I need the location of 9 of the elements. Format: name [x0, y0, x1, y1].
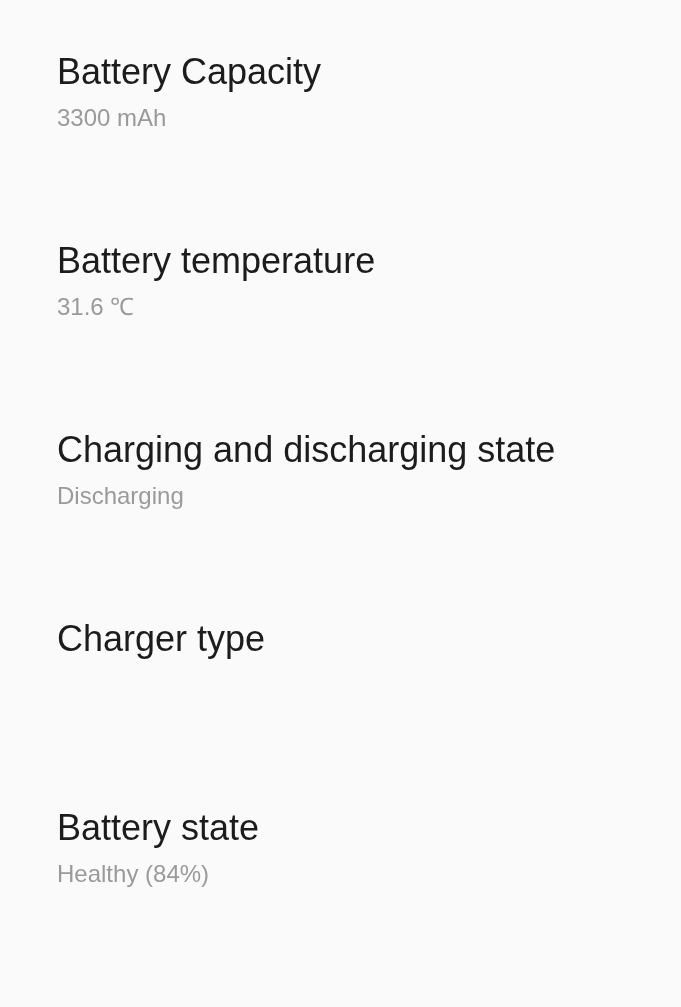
- setting-value: 3300 mAh: [57, 103, 167, 133]
- setting-title: Charger type: [57, 617, 266, 661]
- setting-title: Battery temperature: [57, 239, 376, 283]
- setting-value: Discharging: [57, 481, 184, 511]
- setting-title: Battery state: [57, 806, 260, 850]
- setting-value: Healthy (84%): [57, 859, 210, 889]
- setting-title: Charging and discharging state: [57, 428, 556, 472]
- setting-value: 31.6 ℃: [57, 292, 135, 322]
- setting-title: Battery Capacity: [57, 50, 322, 94]
